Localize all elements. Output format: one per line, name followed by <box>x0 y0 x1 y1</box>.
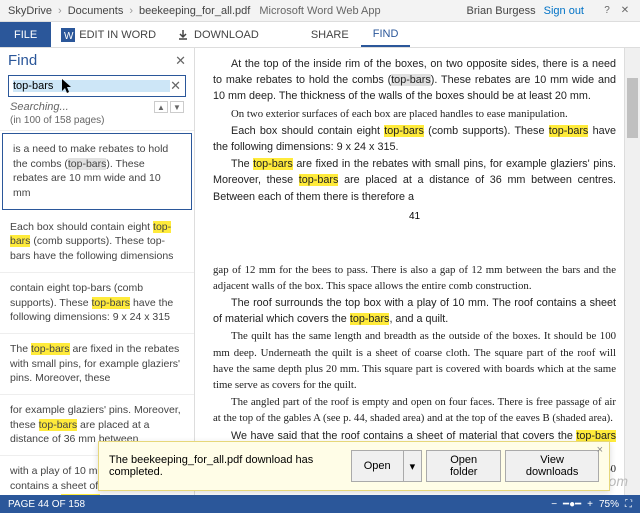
find-title: Find <box>8 52 37 69</box>
zoom-out-button[interactable]: − <box>551 499 557 510</box>
page-indicator[interactable]: PAGE 44 OF 158 <box>8 499 85 510</box>
word-icon: W <box>61 28 75 42</box>
breadcrumb-bar: SkyDrive › Documents › beekeeping_for_al… <box>0 0 640 22</box>
page-number: 41 <box>213 211 616 222</box>
download-icon <box>176 28 190 42</box>
breadcrumb-root[interactable]: SkyDrive <box>8 5 52 17</box>
prev-result-button[interactable]: ▲ <box>154 101 168 113</box>
app-title: Microsoft Word Web App <box>259 5 380 17</box>
file-tab[interactable]: FILE <box>0 22 51 47</box>
sign-out-link[interactable]: Sign out <box>544 5 584 17</box>
chevron-right-icon: › <box>129 5 133 17</box>
find-status: Searching... <box>10 101 69 113</box>
close-notification-icon[interactable]: × <box>597 444 603 456</box>
zoom-slider[interactable]: ━●━ <box>563 499 581 510</box>
breadcrumb-folder[interactable]: Documents <box>68 5 124 17</box>
find-input[interactable] <box>13 80 170 92</box>
chevron-right-icon: › <box>58 5 62 17</box>
scrollbar-thumb[interactable] <box>627 78 638 138</box>
next-result-button[interactable]: ▼ <box>170 101 184 113</box>
close-find-icon[interactable]: ✕ <box>175 53 186 69</box>
open-button[interactable]: Open <box>351 450 403 482</box>
download-notification: × The beekeeping_for_all.pdf download ha… <box>98 441 610 491</box>
clear-search-icon[interactable]: ✕ <box>170 78 181 94</box>
scrollbar[interactable] <box>624 48 640 495</box>
status-bar: PAGE 44 OF 158 − ━●━ + 75% ⛶ <box>0 495 640 513</box>
download-button[interactable]: DOWNLOAD <box>166 22 269 47</box>
view-downloads-button[interactable]: View downloads <box>505 450 599 482</box>
edit-in-word-button[interactable]: W EDIT IN WORD <box>51 22 166 47</box>
find-result-item[interactable]: Each box should contain eight top-bars (… <box>0 212 194 273</box>
svg-text:W: W <box>64 31 74 42</box>
zoom-in-button[interactable]: + <box>587 499 593 510</box>
open-folder-button[interactable]: Open folder <box>426 450 501 482</box>
close-icon[interactable]: ✕ <box>618 4 632 18</box>
find-pane: Find ✕ ✕ Searching... ▲ ▼ (in 100 of 158… <box>0 48 195 495</box>
find-count: (in 100 of 158 pages) <box>0 115 194 130</box>
find-input-container: ✕ <box>8 75 186 97</box>
find-result-item[interactable]: is a need to make rebates to hold the co… <box>2 133 192 210</box>
zoom-level[interactable]: 75% <box>599 499 619 510</box>
breadcrumb-file[interactable]: beekeeping_for_all.pdf <box>139 5 250 17</box>
user-name[interactable]: Brian Burgess <box>467 5 536 17</box>
open-dropdown-button[interactable]: ▾ <box>403 450 423 482</box>
find-tab[interactable]: FIND <box>361 22 411 47</box>
find-result-item[interactable]: contain eight top-bars (comb supports). … <box>0 273 194 334</box>
ribbon: FILE W EDIT IN WORD DOWNLOAD SHARE FIND <box>0 22 640 48</box>
share-tab[interactable]: SHARE <box>299 22 361 47</box>
fullscreen-icon[interactable]: ⛶ <box>625 499 632 510</box>
notification-message: The beekeeping_for_all.pdf download has … <box>109 454 351 478</box>
cursor-icon <box>61 78 73 94</box>
help-icon[interactable]: ? <box>600 4 614 18</box>
find-result-item[interactable]: The top-bars are fixed in the rebates wi… <box>0 334 194 395</box>
document-view[interactable]: At the top of the inside rim of the boxe… <box>195 48 640 495</box>
